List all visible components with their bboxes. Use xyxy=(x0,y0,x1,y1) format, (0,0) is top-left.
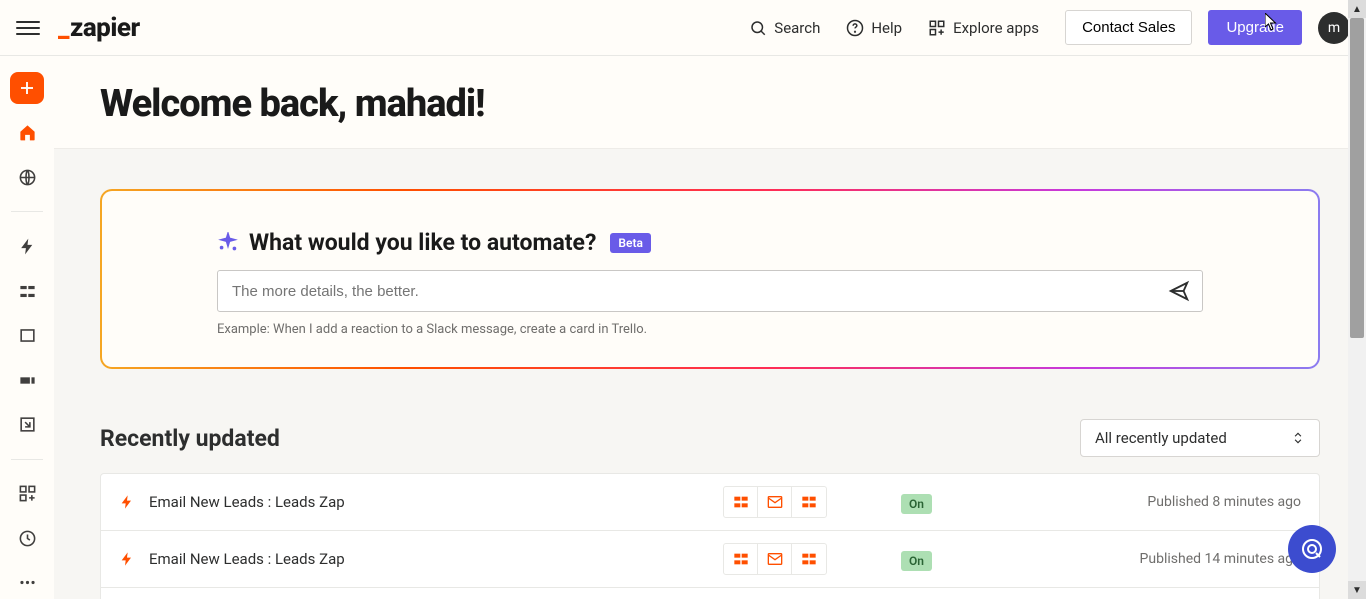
plus-icon xyxy=(18,79,36,97)
send-icon xyxy=(1168,280,1190,302)
zap-app-icon xyxy=(758,487,792,517)
transfer-icon xyxy=(18,415,37,434)
zap-app-icon xyxy=(792,487,826,517)
search-icon xyxy=(749,19,767,37)
history-icon xyxy=(18,529,37,548)
sidebar-divider xyxy=(11,211,43,212)
sidebar-tables[interactable] xyxy=(10,275,44,307)
search-label: Search xyxy=(774,19,820,37)
upgrade-button[interactable]: Upgrade xyxy=(1208,10,1302,45)
tables-icon xyxy=(18,282,37,301)
sidebar-discover[interactable] xyxy=(10,161,44,193)
sidebar-apps[interactable] xyxy=(10,478,44,510)
left-sidebar xyxy=(0,56,54,599)
zapier-logo[interactable]: _zapier xyxy=(58,13,140,43)
home-icon xyxy=(18,123,37,142)
more-icon xyxy=(18,573,37,592)
content-section: What would you like to automate? Beta Ex… xyxy=(54,149,1366,599)
sparkle-icon xyxy=(217,232,239,254)
zap-time: Published 14 minutes ago xyxy=(1140,551,1301,567)
logo-text: zapier xyxy=(70,13,140,43)
automate-send-button[interactable] xyxy=(1156,271,1202,311)
zap-name: Email New Leads : Leads Zap xyxy=(149,550,709,568)
zap-status-badge: On xyxy=(901,551,932,571)
recently-filter-dropdown[interactable]: All recently updated xyxy=(1080,419,1320,457)
help-label: Help xyxy=(871,19,902,37)
automate-title: What would you like to automate? xyxy=(249,229,596,256)
zap-status: On xyxy=(901,550,932,569)
zap-app-icon xyxy=(724,544,758,574)
zap-row[interactable]: Email New Leads : Leads Zap On Published 8… xyxy=(101,474,1319,531)
sidebar-zaps[interactable] xyxy=(10,230,44,262)
contact-sales-button[interactable]: Contact Sales xyxy=(1065,10,1192,45)
bolt-icon xyxy=(119,551,135,567)
welcome-section: Welcome back, mahadi! xyxy=(54,56,1366,149)
help-button[interactable]: Help xyxy=(846,19,902,37)
sidebar-history[interactable] xyxy=(10,522,44,554)
menu-toggle-button[interactable] xyxy=(16,16,40,40)
scroll-down-arrow[interactable]: ▼ xyxy=(1348,581,1366,599)
automate-input[interactable] xyxy=(218,283,1156,300)
block-icon xyxy=(18,371,37,390)
bolt-icon xyxy=(18,237,37,256)
grid-icon xyxy=(18,484,37,503)
automate-input-container xyxy=(217,270,1203,312)
zap-app-icon xyxy=(724,487,758,517)
zap-apps xyxy=(723,486,827,518)
zap-apps xyxy=(723,543,827,575)
sidebar-item-6[interactable] xyxy=(10,408,44,440)
help-icon xyxy=(846,19,864,37)
bolt-icon xyxy=(119,494,135,510)
apps-icon xyxy=(928,19,946,37)
interface-icon xyxy=(18,326,37,345)
sidebar-interfaces[interactable] xyxy=(10,319,44,351)
chat-help-icon xyxy=(1300,537,1324,561)
sidebar-more[interactable] xyxy=(10,567,44,599)
automate-card: What would you like to automate? Beta Ex… xyxy=(100,189,1320,369)
globe-icon xyxy=(18,168,37,187)
beta-badge: Beta xyxy=(610,233,651,253)
recently-title: Recently updated xyxy=(100,425,280,452)
zap-status: On xyxy=(901,493,932,512)
main-content: Welcome back, mahadi! What would you lik… xyxy=(54,56,1366,599)
sidebar-item-5[interactable] xyxy=(10,364,44,396)
chevron-updown-icon xyxy=(1291,431,1305,445)
zap-row[interactable]: Email New Leads : Leads Zap On Published 1… xyxy=(101,531,1319,588)
zap-status-badge: On xyxy=(901,494,932,514)
zap-time: Published 8 minutes ago xyxy=(1147,494,1301,510)
filter-label: All recently updated xyxy=(1095,429,1227,447)
zap-name: Email New Leads : Leads Zap xyxy=(149,493,709,511)
zap-list: Email New Leads : Leads Zap On Published 8… xyxy=(100,473,1320,599)
create-button[interactable] xyxy=(10,72,44,104)
user-avatar[interactable]: m xyxy=(1318,12,1350,44)
zap-row[interactable]: Untitled ZapRan 6 days ago xyxy=(101,588,1319,599)
welcome-title: Welcome back, mahadi! xyxy=(100,82,1320,126)
scroll-up-arrow[interactable]: ▲ xyxy=(1348,0,1366,18)
automate-example-text: Example: When I add a reaction to a Slac… xyxy=(217,322,1203,337)
top-header: _zapier Search Help Explore apps Contact… xyxy=(0,0,1366,56)
explore-apps-button[interactable]: Explore apps xyxy=(928,19,1039,37)
sidebar-home[interactable] xyxy=(10,116,44,148)
zap-app-icon xyxy=(792,544,826,574)
floating-help-button[interactable] xyxy=(1288,525,1336,573)
explore-label: Explore apps xyxy=(953,19,1039,37)
search-button[interactable]: Search xyxy=(749,19,820,37)
zap-app-icon xyxy=(758,544,792,574)
sidebar-divider xyxy=(11,459,43,460)
recently-header: Recently updated All recently updated xyxy=(100,419,1320,457)
scrollbar-thumb[interactable] xyxy=(1350,18,1364,338)
